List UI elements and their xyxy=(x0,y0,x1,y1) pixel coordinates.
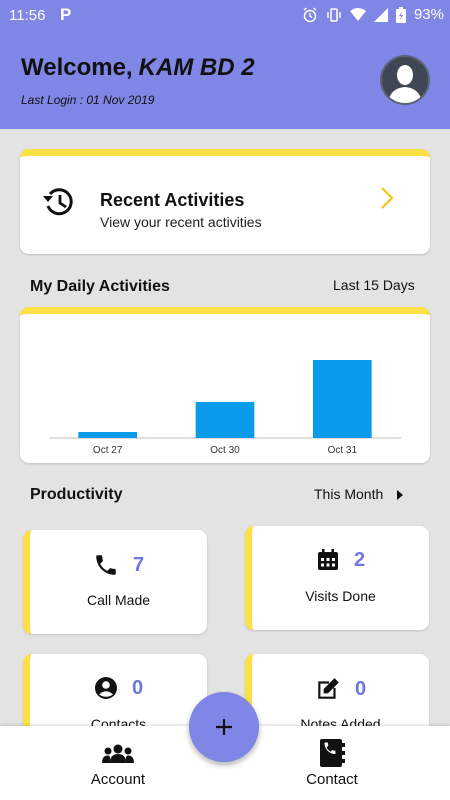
user-name: KAM BD 2 xyxy=(138,54,255,81)
vibrate-icon xyxy=(327,7,341,22)
plus-icon xyxy=(216,719,232,735)
x-tick-label: Oct 31 xyxy=(328,445,358,456)
daily-activities-chart: Oct 27 Oct 30 Oct 31 xyxy=(20,307,430,463)
notes-added-count: 0 xyxy=(354,677,367,700)
nav-account[interactable]: Account xyxy=(43,726,193,800)
chevron-right-icon xyxy=(381,187,394,209)
call-made-label: Call Made xyxy=(86,592,151,608)
x-tick-label: Oct 30 xyxy=(210,445,240,456)
nav-contact[interactable]: Contact xyxy=(257,726,407,800)
nav-contact-label: Contact xyxy=(306,771,358,788)
visits-done-count: 2 xyxy=(353,548,366,571)
chart-bar xyxy=(313,360,372,438)
alarm-icon xyxy=(303,6,317,22)
status-icons: 93% xyxy=(302,6,444,23)
phone-icon xyxy=(96,555,116,575)
add-button[interactable] xyxy=(189,692,259,762)
user-circle-icon xyxy=(94,677,117,699)
wifi-icon xyxy=(349,7,366,21)
caret-right-icon xyxy=(397,490,404,500)
welcome-label: Welcome, xyxy=(21,54,133,81)
notes-added-row: 0 xyxy=(252,676,429,702)
contacts-row: 0 xyxy=(30,676,207,700)
welcome-heading: Welcome, KAM BD 2 xyxy=(21,54,255,82)
group-icon xyxy=(102,744,134,763)
contact-book-icon xyxy=(320,739,345,767)
avatar[interactable] xyxy=(380,55,430,105)
daily-activities-title: My Daily Activities xyxy=(30,278,170,295)
last-login: Last Login : 01 Nov 2019 xyxy=(21,93,155,107)
app-notification-icon: P xyxy=(60,5,72,24)
calendar-icon xyxy=(317,549,338,570)
daily-range-label[interactable]: Last 15 Days xyxy=(333,277,415,293)
nav-account-label: Account xyxy=(90,771,146,788)
battery-percent: 93% xyxy=(413,6,444,23)
status-time: 11:56 xyxy=(9,7,46,24)
productivity-title: Productivity xyxy=(30,486,123,503)
productivity-period-selector[interactable]: This Month xyxy=(314,486,405,502)
recent-activities-subtitle: View your recent activities xyxy=(100,214,262,230)
visits-done-card[interactable]: 2 Visits Done xyxy=(245,526,429,630)
chart-bar xyxy=(78,432,137,438)
contacts-count: 0 xyxy=(131,676,144,699)
call-made-row: 7 xyxy=(30,552,207,578)
productivity-period-label: This Month xyxy=(314,486,384,502)
chart-bar xyxy=(195,402,255,438)
recent-activities-title: Recent Activities xyxy=(100,190,245,210)
status-bar: 11:56 P 93% xyxy=(0,0,450,32)
battery-icon xyxy=(395,6,406,23)
bar-chart: Oct 27 Oct 30 Oct 31 xyxy=(49,360,401,456)
visits-done-label: Visits Done xyxy=(305,588,376,604)
header: 11:56 P 93% Welcome, KAM BD 2 Last Login … xyxy=(0,0,450,129)
history-icon xyxy=(43,188,73,216)
user-avatar-icon xyxy=(388,65,422,103)
recent-activities-card[interactable]: Recent Activities View your recent activ… xyxy=(20,149,430,254)
x-tick-label: Oct 27 xyxy=(93,445,123,456)
visits-done-row: 2 xyxy=(252,548,429,572)
call-made-card[interactable]: 7 Call Made xyxy=(23,530,207,634)
call-made-count: 7 xyxy=(132,553,145,576)
edit-note-icon xyxy=(318,678,339,699)
signal-icon xyxy=(373,7,388,22)
